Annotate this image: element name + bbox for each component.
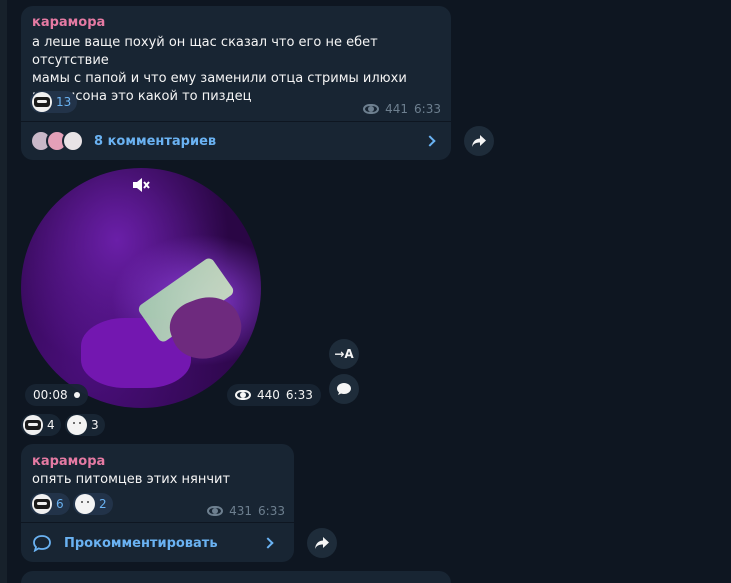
duration-text: 00:08 [33, 388, 68, 402]
message-bubble-1[interactable]: карамора а леше ваще похуй он щас сказал… [21, 6, 451, 160]
chevron-right-icon [262, 537, 274, 549]
reaction-count: 4 [47, 418, 55, 432]
comment-bubble-icon [337, 383, 351, 395]
ghost-face-icon [75, 494, 95, 514]
share-button-1[interactable] [464, 126, 494, 156]
share-icon [315, 537, 329, 549]
reaction-count: 2 [99, 497, 107, 511]
sender-name[interactable]: карамора [32, 454, 105, 469]
message-time: 6:33 [258, 504, 285, 518]
comments-button[interactable]: 8 комментариев [30, 128, 442, 154]
message-bubble-2[interactable]: карамора опять питомцев этих нянчит 6 2 … [21, 444, 294, 562]
chevron-right-icon [424, 135, 436, 147]
skull-face-icon [23, 415, 43, 435]
recording-dot-icon [73, 392, 80, 398]
reaction-skull[interactable]: 4 [21, 414, 61, 436]
comments-label: 8 комментариев [94, 133, 217, 149]
translate-button[interactable]: →A [329, 339, 359, 369]
divider [21, 522, 294, 523]
message-text: а леше ваще похуй он щас сказал что его … [32, 34, 442, 106]
chat-left-edge [0, 0, 7, 583]
message-meta: 441 6:33 [363, 102, 441, 116]
message-meta: 431 6:33 [207, 504, 285, 518]
reaction-skull[interactable]: 13 [30, 91, 78, 113]
message-text-line: а леше ваще похуй он щас сказал что его … [32, 35, 378, 68]
message-bubble-3[interactable] [21, 571, 451, 583]
views-count: 431 [229, 504, 253, 518]
reaction-ghost[interactable]: 3 [65, 414, 105, 436]
message-time: 6:33 [414, 102, 441, 116]
reaction-count: 13 [56, 95, 72, 109]
ghost-face-icon [67, 415, 87, 435]
sender-name[interactable]: карамора [32, 15, 105, 30]
views-icon [207, 506, 224, 516]
round-video-message[interactable] [21, 168, 261, 408]
mute-icon[interactable] [131, 177, 151, 193]
reaction-count: 3 [91, 418, 99, 432]
reaction-skull[interactable]: 6 [30, 493, 70, 515]
message-time: 6:33 [285, 388, 313, 402]
views-icon [363, 104, 380, 114]
views-count: 440 [257, 388, 280, 402]
skull-face-icon [32, 494, 52, 514]
translate-label: →A [334, 347, 354, 361]
share-icon [472, 135, 486, 147]
write-comment-label: Прокомментировать [64, 535, 218, 551]
message-text: опять питомцев этих нянчит [32, 472, 231, 487]
comment-button[interactable] [329, 374, 359, 404]
write-comment-button[interactable]: Прокомментировать [32, 530, 284, 556]
message-text-line: мамы с папой и что ему заменили отца стр… [32, 71, 407, 86]
divider [21, 121, 451, 122]
reaction-ghost[interactable]: 2 [73, 493, 113, 515]
comment-bubble-icon [33, 535, 51, 552]
video-duration: 00:08 [25, 384, 88, 406]
commenter-avatars [30, 130, 84, 152]
reaction-count: 6 [56, 497, 64, 511]
views-count: 441 [385, 102, 409, 116]
avatar [62, 130, 84, 152]
video-meta: 440 6:33 [227, 384, 321, 406]
share-button-2[interactable] [307, 528, 337, 558]
views-icon [235, 390, 251, 400]
skull-face-icon [32, 92, 52, 112]
